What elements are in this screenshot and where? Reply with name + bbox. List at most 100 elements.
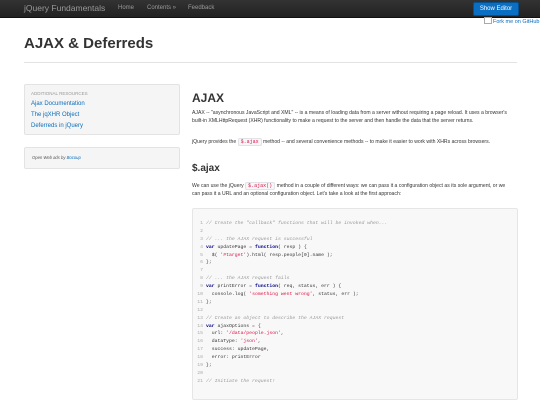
- code-lines: 1// Create the "callback" functions that…: [193, 220, 517, 386]
- code-token: success: updatePage,: [206, 347, 270, 353]
- code-line: 3// ... the AJAX request is successful: [193, 236, 517, 244]
- code-token: function: [254, 244, 278, 250]
- line-number: 4: [200, 244, 203, 250]
- fork-on-github-link[interactable]: Fork me on GitHub: [484, 17, 539, 25]
- code-line: 16 dataType: 'json',: [193, 338, 517, 346]
- code-token: // Create the "callback" functions that …: [206, 221, 388, 226]
- sidebar-link-deferreds[interactable]: Deferreds in jQuery: [31, 123, 83, 129]
- code-line: 1// Create the "callback" functions that…: [193, 220, 517, 228]
- ads-text: Open Web ads by Bocoup: [32, 155, 81, 160]
- sidebar-link-jqxhr[interactable]: The jqXHR Object: [31, 112, 79, 118]
- line-number: 8: [200, 276, 203, 282]
- line-number: 13: [197, 315, 203, 321]
- code-token: 'something went wrong': [249, 292, 313, 298]
- code-token: };: [206, 299, 212, 305]
- code-line: 20: [193, 370, 517, 378]
- inline-code-ajax: $.ajax: [237, 138, 262, 146]
- code-line: 19};: [193, 362, 517, 370]
- truncated-following-text: [192, 401, 512, 405]
- line-number: 16: [197, 339, 203, 345]
- code-text: success: updatePage,: [206, 346, 270, 354]
- line-number: 11: [197, 299, 203, 305]
- code-line: 4 var updatePage = function( resp ) {: [193, 244, 517, 252]
- line-number: 20: [197, 370, 203, 376]
- code-text: };: [206, 259, 212, 267]
- code-line: 12: [193, 307, 517, 315]
- section-heading-ajax: AJAX: [192, 91, 225, 105]
- line-number: 17: [197, 347, 203, 353]
- line-number: 2: [200, 228, 203, 234]
- code-line: 15 url: '/data/people.json',: [193, 330, 517, 338]
- additional-resources-box: Additional Resources Ajax Documentation …: [24, 84, 180, 135]
- provides-after: method -- and several convenience method…: [261, 139, 491, 145]
- code-token: url:: [206, 331, 227, 337]
- line-number: 5: [200, 252, 203, 258]
- code-token: dataType:: [206, 339, 241, 345]
- line-number: 3: [200, 236, 203, 242]
- code-line: 11};: [193, 299, 517, 307]
- ajax-usage-paragraph: We can use the jQuery $.ajax() method in…: [192, 182, 514, 199]
- top-navbar: jQuery Fundamentals Home Contents » Feed…: [0, 0, 540, 18]
- use-before: We can use the jQuery: [192, 183, 246, 189]
- code-token: '#target': [220, 252, 247, 258]
- code-text: // ... the AJAX request fails: [206, 275, 289, 283]
- code-line: 18 error: printError: [193, 354, 517, 362]
- inline-code-ajax-call: $.ajax(): [245, 182, 276, 190]
- code-text: };: [206, 362, 212, 370]
- site-brand[interactable]: jQuery Fundamentals: [24, 3, 105, 13]
- code-token: var: [206, 323, 215, 329]
- line-number: 6: [200, 260, 203, 266]
- code-line: 2: [193, 228, 517, 236]
- code-token: error: printError: [206, 355, 261, 361]
- nav-link-home[interactable]: Home: [118, 5, 134, 11]
- line-number: 14: [197, 323, 203, 329]
- ads-link[interactable]: Bocoup: [67, 155, 81, 160]
- fork-text: Fork me on GitHub: [493, 19, 540, 25]
- code-token: printError =: [214, 284, 255, 290]
- code-token: console.log(: [206, 292, 250, 298]
- code-token: // ... the AJAX request fails: [206, 276, 290, 282]
- code-token: ,: [280, 331, 284, 337]
- code-example-block[interactable]: 1// Create the "callback" functions that…: [192, 208, 518, 400]
- provides-before: jQuery provides the: [192, 139, 238, 145]
- code-text: $( '#target').html( resp.people[0].name …: [206, 252, 333, 260]
- code-text: console.log( 'something went wrong', sta…: [206, 291, 359, 299]
- line-number: 9: [200, 284, 203, 290]
- sidebar-link-ajax-docs[interactable]: Ajax Documentation: [31, 101, 85, 107]
- code-token: };: [206, 363, 212, 369]
- show-editor-button[interactable]: Show Editor: [473, 2, 519, 16]
- nav-link-feedback[interactable]: Feedback: [188, 5, 214, 11]
- code-token: // Create an object to describe the AJAX…: [206, 315, 345, 321]
- code-token: '/data/people.json': [226, 331, 281, 337]
- line-number: 12: [197, 307, 203, 313]
- code-text: // Create the "callback" functions that …: [206, 220, 387, 228]
- code-token: var: [206, 284, 215, 290]
- section-heading-dollar-ajax: $.ajax: [192, 163, 220, 174]
- code-line: 9 var printError = function( req, status,…: [193, 283, 517, 291]
- line-number: 10: [197, 292, 203, 298]
- code-token: , status, err );: [312, 292, 359, 298]
- code-token: };: [206, 260, 212, 266]
- code-token: $(: [206, 252, 221, 258]
- code-text: // Initiate the request!: [206, 378, 275, 386]
- code-line: 8// ... the AJAX request fails: [193, 275, 517, 283]
- code-text: var ajaxOptions = {: [206, 323, 261, 331]
- code-line: 7: [193, 267, 517, 275]
- line-number: 7: [200, 268, 203, 274]
- sidebar-heading: Additional Resources: [31, 91, 88, 96]
- code-token: ,: [257, 339, 261, 345]
- code-token: ajaxOptions = {: [214, 323, 261, 329]
- code-text: error: printError: [206, 354, 261, 362]
- code-token: var: [206, 244, 215, 250]
- code-line: 17 success: updatePage,: [193, 346, 517, 354]
- ajax-intro-paragraph: AJAX -- "asynchronous JavaScript and XML…: [192, 110, 507, 125]
- broken-image-icon: [484, 17, 492, 24]
- code-text: dataType: 'json',: [206, 338, 261, 346]
- code-token: 'json': [240, 339, 258, 345]
- nav-link-contents[interactable]: Contents »: [147, 5, 176, 11]
- code-line: 5 $( '#target').html( resp.people[0].nam…: [193, 252, 517, 260]
- code-line: 21// Initiate the request!: [193, 378, 517, 386]
- code-token: // Initiate the request!: [206, 378, 276, 384]
- code-text: url: '/data/people.json',: [206, 330, 284, 338]
- ads-prefix: Open Web ads by: [32, 155, 67, 160]
